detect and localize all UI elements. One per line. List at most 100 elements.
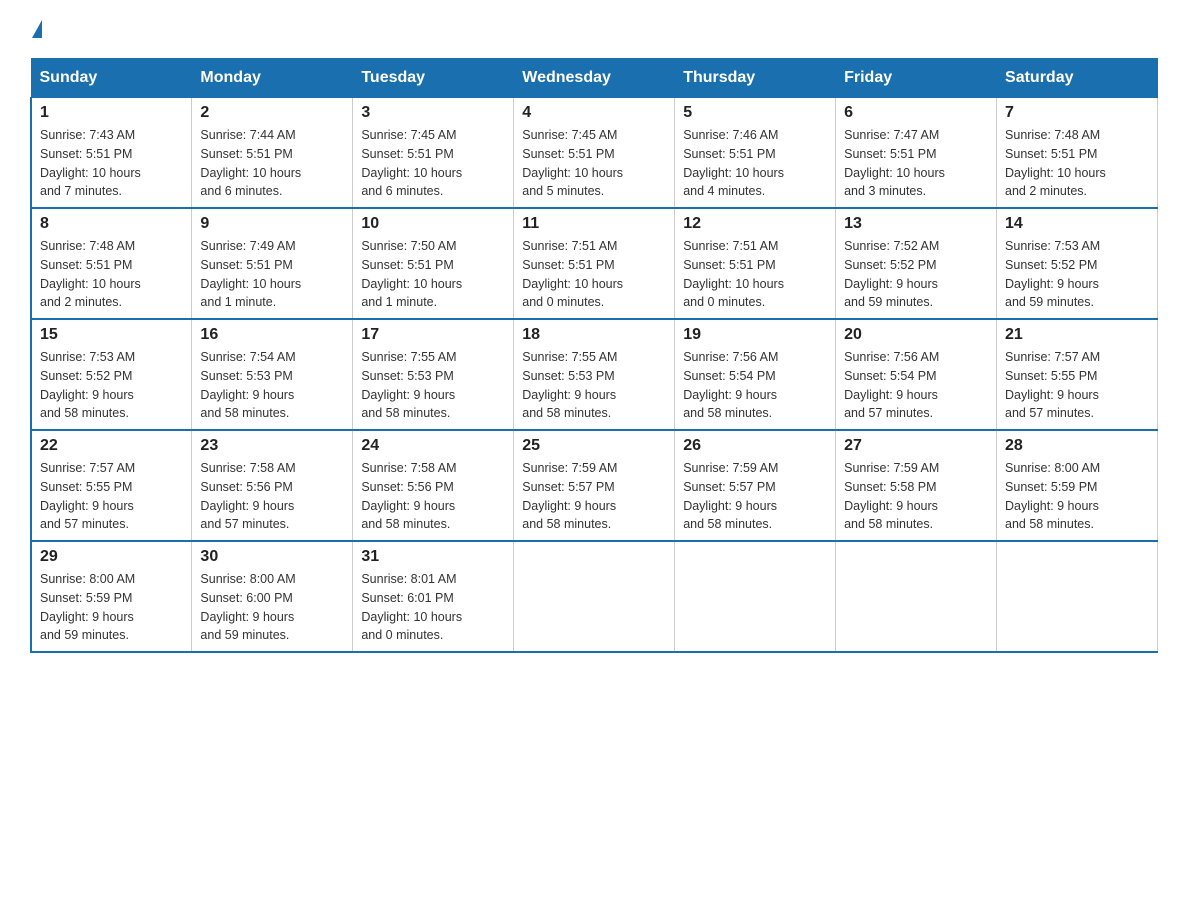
day-number: 23 (200, 437, 344, 455)
calendar-cell: 2 Sunrise: 7:44 AM Sunset: 5:51 PM Daylig… (192, 98, 353, 209)
day-info: Sunrise: 7:44 AM Sunset: 5:51 PM Dayligh… (200, 126, 344, 201)
calendar-cell (514, 541, 675, 652)
calendar-cell: 3Sunrise: 7:45 AM Sunset: 5:51 PM Daylig… (353, 98, 514, 209)
day-info: Sunrise: 7:46 AM Sunset: 5:51 PM Dayligh… (683, 126, 827, 201)
logo (30, 20, 42, 38)
day-number: 4 (522, 104, 666, 122)
day-number: 13 (844, 215, 988, 233)
day-of-week-header: Monday (192, 59, 353, 98)
day-info: Sunrise: 7:45 AM Sunset: 5:51 PM Dayligh… (522, 126, 666, 201)
day-number: 24 (361, 437, 505, 455)
day-number: 22 (40, 437, 183, 455)
calendar-cell: 17 Sunrise: 7:55 AM Sunset: 5:53 PM Dayli… (353, 319, 514, 430)
day-info: Sunrise: 7:57 AM Sunset: 5:55 PM Dayligh… (40, 459, 183, 534)
calendar-cell: 5 Sunrise: 7:46 AM Sunset: 5:51 PM Daylig… (675, 98, 836, 209)
day-info: Sunrise: 7:58 AM Sunset: 5:56 PM Dayligh… (361, 459, 505, 534)
day-info: Sunrise: 7:55 AM Sunset: 5:53 PM Dayligh… (522, 348, 666, 423)
day-info: Sunrise: 8:00 AM Sunset: 5:59 PM Dayligh… (1005, 459, 1149, 534)
day-number: 27 (844, 437, 988, 455)
day-number: 16 (200, 326, 344, 344)
calendar-cell: 1 Sunrise: 7:43 AM Sunset: 5:51 PM Daylig… (31, 98, 192, 209)
calendar-week-row: 8Sunrise: 7:48 AM Sunset: 5:51 PM Daylig… (31, 208, 1158, 319)
calendar-cell: 4 Sunrise: 7:45 AM Sunset: 5:51 PM Daylig… (514, 98, 675, 209)
day-number: 8 (40, 215, 183, 233)
day-number: 9 (200, 215, 344, 233)
day-info: Sunrise: 7:58 AM Sunset: 5:56 PM Dayligh… (200, 459, 344, 534)
day-info: Sunrise: 7:51 AM Sunset: 5:51 PM Dayligh… (683, 237, 827, 312)
calendar-cell: 23 Sunrise: 7:58 AM Sunset: 5:56 PM Dayli… (192, 430, 353, 541)
day-info: Sunrise: 7:53 AM Sunset: 5:52 PM Dayligh… (1005, 237, 1149, 312)
day-info: Sunrise: 7:43 AM Sunset: 5:51 PM Dayligh… (40, 126, 183, 201)
day-info: Sunrise: 7:59 AM Sunset: 5:57 PM Dayligh… (683, 459, 827, 534)
day-number: 5 (683, 104, 827, 122)
calendar-week-row: 29 Sunrise: 8:00 AM Sunset: 5:59 PM Dayli… (31, 541, 1158, 652)
day-of-week-header: Wednesday (514, 59, 675, 98)
day-number: 18 (522, 326, 666, 344)
day-info: Sunrise: 7:57 AM Sunset: 5:55 PM Dayligh… (1005, 348, 1149, 423)
day-number: 20 (844, 326, 988, 344)
calendar-cell: 18 Sunrise: 7:55 AM Sunset: 5:53 PM Dayli… (514, 319, 675, 430)
day-number: 31 (361, 548, 505, 566)
day-number: 25 (522, 437, 666, 455)
day-of-week-header: Tuesday (353, 59, 514, 98)
day-number: 2 (200, 104, 344, 122)
day-number: 29 (40, 548, 183, 566)
day-of-week-header: Sunday (31, 59, 192, 98)
day-info: Sunrise: 7:55 AM Sunset: 5:53 PM Dayligh… (361, 348, 505, 423)
calendar-cell: 7 Sunrise: 7:48 AM Sunset: 5:51 PM Daylig… (997, 98, 1158, 209)
day-info: Sunrise: 8:01 AM Sunset: 6:01 PM Dayligh… (361, 570, 505, 645)
calendar-cell: 28Sunrise: 8:00 AM Sunset: 5:59 PM Dayli… (997, 430, 1158, 541)
calendar-table: SundayMondayTuesdayWednesdayThursdayFrid… (30, 58, 1158, 653)
calendar-cell: 27 Sunrise: 7:59 AM Sunset: 5:58 PM Dayli… (836, 430, 997, 541)
day-info: Sunrise: 7:52 AM Sunset: 5:52 PM Dayligh… (844, 237, 988, 312)
calendar-cell: 25 Sunrise: 7:59 AM Sunset: 5:57 PM Dayli… (514, 430, 675, 541)
day-number: 17 (361, 326, 505, 344)
day-info: Sunrise: 8:00 AM Sunset: 6:00 PM Dayligh… (200, 570, 344, 645)
calendar-cell: 6Sunrise: 7:47 AM Sunset: 5:51 PM Daylig… (836, 98, 997, 209)
calendar-cell (675, 541, 836, 652)
day-info: Sunrise: 8:00 AM Sunset: 5:59 PM Dayligh… (40, 570, 183, 645)
calendar-header-row: SundayMondayTuesdayWednesdayThursdayFrid… (31, 59, 1158, 98)
calendar-cell: 22 Sunrise: 7:57 AM Sunset: 5:55 PM Dayli… (31, 430, 192, 541)
calendar-cell: 13 Sunrise: 7:52 AM Sunset: 5:52 PM Dayli… (836, 208, 997, 319)
day-number: 19 (683, 326, 827, 344)
calendar-cell: 10Sunrise: 7:50 AM Sunset: 5:51 PM Dayli… (353, 208, 514, 319)
day-of-week-header: Friday (836, 59, 997, 98)
day-number: 1 (40, 104, 183, 122)
calendar-cell: 20 Sunrise: 7:56 AM Sunset: 5:54 PM Dayli… (836, 319, 997, 430)
calendar-cell: 16 Sunrise: 7:54 AM Sunset: 5:53 PM Dayli… (192, 319, 353, 430)
calendar-cell: 12Sunrise: 7:51 AM Sunset: 5:51 PM Dayli… (675, 208, 836, 319)
day-info: Sunrise: 7:54 AM Sunset: 5:53 PM Dayligh… (200, 348, 344, 423)
calendar-cell: 30 Sunrise: 8:00 AM Sunset: 6:00 PM Dayli… (192, 541, 353, 652)
day-number: 10 (361, 215, 505, 233)
calendar-cell: 9 Sunrise: 7:49 AM Sunset: 5:51 PM Daylig… (192, 208, 353, 319)
day-of-week-header: Saturday (997, 59, 1158, 98)
day-info: Sunrise: 7:56 AM Sunset: 5:54 PM Dayligh… (844, 348, 988, 423)
calendar-cell: 15Sunrise: 7:53 AM Sunset: 5:52 PM Dayli… (31, 319, 192, 430)
calendar-cell: 24 Sunrise: 7:58 AM Sunset: 5:56 PM Dayli… (353, 430, 514, 541)
day-number: 7 (1005, 104, 1149, 122)
calendar-cell: 31 Sunrise: 8:01 AM Sunset: 6:01 PM Dayli… (353, 541, 514, 652)
calendar-week-row: 22 Sunrise: 7:57 AM Sunset: 5:55 PM Dayli… (31, 430, 1158, 541)
calendar-cell: 11 Sunrise: 7:51 AM Sunset: 5:51 PM Dayli… (514, 208, 675, 319)
calendar-cell (997, 541, 1158, 652)
day-number: 26 (683, 437, 827, 455)
day-info: Sunrise: 7:56 AM Sunset: 5:54 PM Dayligh… (683, 348, 827, 423)
calendar-week-row: 1 Sunrise: 7:43 AM Sunset: 5:51 PM Daylig… (31, 98, 1158, 209)
day-info: Sunrise: 7:48 AM Sunset: 5:51 PM Dayligh… (1005, 126, 1149, 201)
page-header (30, 20, 1158, 38)
day-info: Sunrise: 7:47 AM Sunset: 5:51 PM Dayligh… (844, 126, 988, 201)
calendar-week-row: 15Sunrise: 7:53 AM Sunset: 5:52 PM Dayli… (31, 319, 1158, 430)
day-number: 30 (200, 548, 344, 566)
day-of-week-header: Thursday (675, 59, 836, 98)
day-info: Sunrise: 7:51 AM Sunset: 5:51 PM Dayligh… (522, 237, 666, 312)
day-info: Sunrise: 7:49 AM Sunset: 5:51 PM Dayligh… (200, 237, 344, 312)
day-info: Sunrise: 7:59 AM Sunset: 5:58 PM Dayligh… (844, 459, 988, 534)
day-number: 11 (522, 215, 666, 233)
day-info: Sunrise: 7:59 AM Sunset: 5:57 PM Dayligh… (522, 459, 666, 534)
calendar-cell: 21Sunrise: 7:57 AM Sunset: 5:55 PM Dayli… (997, 319, 1158, 430)
day-number: 14 (1005, 215, 1149, 233)
logo-triangle-icon (32, 20, 42, 38)
calendar-cell: 19 Sunrise: 7:56 AM Sunset: 5:54 PM Dayli… (675, 319, 836, 430)
day-info: Sunrise: 7:45 AM Sunset: 5:51 PM Dayligh… (361, 126, 505, 201)
